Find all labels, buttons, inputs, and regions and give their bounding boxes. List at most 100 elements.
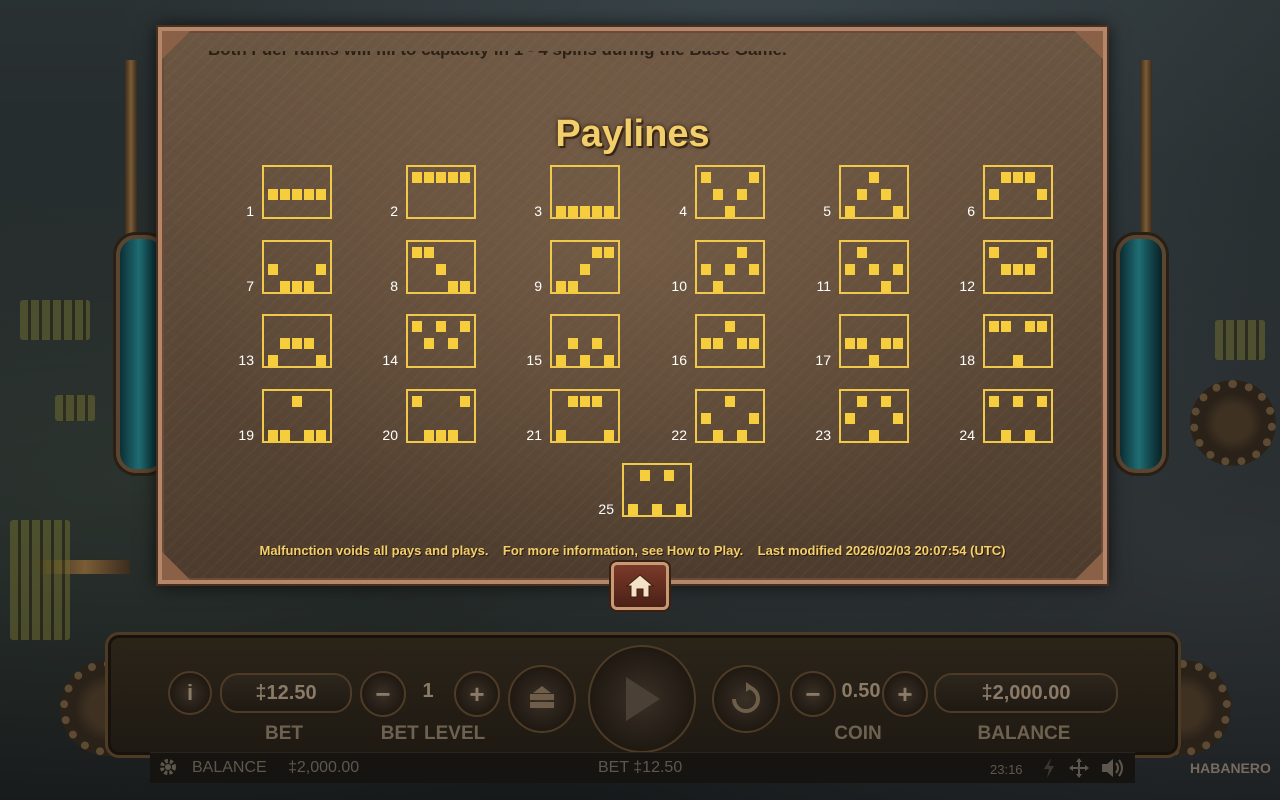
payline-cell xyxy=(749,338,759,349)
payline-10: 10 xyxy=(671,240,765,294)
payline-number: 8 xyxy=(390,278,398,294)
info-icon: i xyxy=(186,680,194,705)
payline-13: 13 xyxy=(238,314,332,368)
payline-number: 1 xyxy=(246,203,254,219)
payline-cell xyxy=(568,281,578,292)
payline-cell xyxy=(893,338,903,349)
steam-pipe xyxy=(1140,60,1152,240)
bet-level-plus-button[interactable]: + xyxy=(454,671,500,717)
payline-cell xyxy=(604,355,614,366)
payline-cell xyxy=(604,206,614,217)
home-button[interactable] xyxy=(611,562,669,610)
payline-cell xyxy=(1001,264,1011,275)
sound-button[interactable] xyxy=(1100,757,1124,784)
building-window xyxy=(10,520,70,640)
payline-cell xyxy=(460,396,470,407)
payline-diagram xyxy=(839,240,909,294)
steam-pipe xyxy=(125,60,137,240)
payline-cell xyxy=(436,264,446,275)
payline-cell xyxy=(304,338,314,349)
payline-cell xyxy=(893,206,903,217)
payline-number: 2 xyxy=(390,203,398,219)
payline-number: 3 xyxy=(534,203,542,219)
minus-icon: − xyxy=(805,678,821,709)
payline-cell xyxy=(292,338,302,349)
turbo-button[interactable] xyxy=(712,665,780,733)
speaker-icon xyxy=(1102,759,1123,777)
status-bar: BALANCE ‡2,000.00 BET ‡12.50 23:16 xyxy=(150,752,1135,783)
coin-minus-button[interactable]: − xyxy=(790,671,836,717)
autoplay-button[interactable] xyxy=(508,665,576,733)
info-button[interactable]: i xyxy=(168,671,212,715)
payline-number: 10 xyxy=(671,278,687,294)
payline-cell xyxy=(1037,247,1047,258)
payline-cell xyxy=(1013,355,1023,366)
payline-cell xyxy=(749,172,759,183)
payline-cell xyxy=(1001,430,1011,441)
payline-cell xyxy=(580,206,590,217)
payline-18: 18 xyxy=(959,314,1053,368)
fullscreen-button[interactable] xyxy=(1068,757,1090,784)
payline-cell xyxy=(989,321,999,332)
payline-number: 16 xyxy=(671,352,687,368)
payline-cell xyxy=(568,338,578,349)
payline-cell xyxy=(316,355,326,366)
building-window xyxy=(1215,320,1265,360)
payline-cell xyxy=(857,338,867,349)
payline-number: 23 xyxy=(815,427,831,443)
gear-decoration xyxy=(1190,380,1276,466)
payline-cell xyxy=(424,172,434,183)
bet-label: BET xyxy=(265,723,303,744)
payline-2: 2 xyxy=(390,165,476,219)
brand-logo: HABANERO xyxy=(1190,760,1271,776)
payline-diagram xyxy=(550,165,620,219)
payline-number: 25 xyxy=(598,501,614,517)
payline-20: 20 xyxy=(382,389,476,443)
payline-diagram xyxy=(262,240,332,294)
payline-diagram xyxy=(983,240,1053,294)
payline-cell xyxy=(737,338,747,349)
lightning-icon xyxy=(1044,758,1054,778)
payline-cell xyxy=(1025,264,1035,275)
payline-cell xyxy=(1001,321,1011,332)
payline-cell xyxy=(1025,430,1035,441)
payline-cell xyxy=(845,413,855,424)
payline-cell xyxy=(1025,172,1035,183)
payline-15: 15 xyxy=(526,314,620,368)
payline-cell xyxy=(448,281,458,292)
payline-cell xyxy=(725,206,735,217)
payline-number: 24 xyxy=(959,427,975,443)
coin-plus-button[interactable]: + xyxy=(882,671,928,717)
payline-cell xyxy=(592,338,602,349)
payline-cell xyxy=(580,264,590,275)
payline-number: 9 xyxy=(534,278,542,294)
payline-21: 21 xyxy=(526,389,620,443)
payline-cell xyxy=(989,247,999,258)
payline-cell xyxy=(857,247,867,258)
payline-cell xyxy=(725,396,735,407)
payline-cell xyxy=(869,172,879,183)
payline-cell xyxy=(1013,172,1023,183)
payline-cell xyxy=(556,355,566,366)
payline-diagram xyxy=(406,314,476,368)
payline-cell xyxy=(280,281,290,292)
payline-number: 20 xyxy=(382,427,398,443)
payline-4: 4 xyxy=(679,165,765,219)
stack-icon xyxy=(530,686,554,708)
status-balance-label: BALANCE xyxy=(192,759,267,776)
payline-11: 11 xyxy=(816,240,909,294)
payline-16: 16 xyxy=(671,314,765,368)
payline-cell xyxy=(556,206,566,217)
payline-cell xyxy=(1037,321,1047,332)
payline-cell xyxy=(592,206,602,217)
payline-cell xyxy=(845,338,855,349)
payline-number: 7 xyxy=(246,278,254,294)
settings-button[interactable] xyxy=(158,757,178,782)
payline-cell xyxy=(412,321,422,332)
spin-button[interactable] xyxy=(588,645,696,753)
payline-diagram xyxy=(622,463,692,517)
plus-icon: + xyxy=(897,678,913,709)
panel-corner-ornament xyxy=(1035,31,1103,99)
payline-25: 25 xyxy=(598,463,692,517)
payline-cell xyxy=(989,396,999,407)
